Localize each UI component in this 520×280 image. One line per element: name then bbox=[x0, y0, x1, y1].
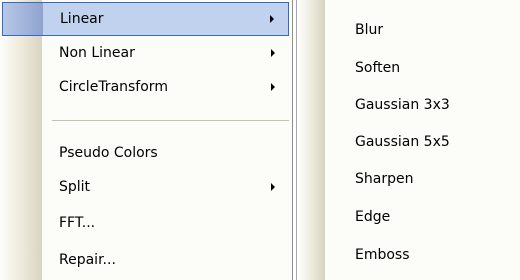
menu-item-circle-transform[interactable]: CircleTransform bbox=[2, 70, 289, 104]
menu-item-repair[interactable]: Repair... bbox=[2, 243, 289, 277]
menu-item-label: Linear bbox=[60, 11, 104, 27]
submenu-arrow-icon bbox=[271, 49, 275, 57]
main-menu: Linear Non Linear CircleTransform Pseudo… bbox=[0, 0, 293, 280]
menu-item-label: CircleTransform bbox=[59, 79, 168, 95]
submenu-item-label: Blur bbox=[355, 22, 384, 38]
submenu-item-emboss[interactable]: Emboss bbox=[297, 237, 520, 273]
submenu-item-gaussian-3x3[interactable]: Gaussian 3x3 bbox=[297, 87, 520, 123]
submenu-item-label: Sharpen bbox=[355, 171, 414, 187]
submenu-arrow-icon bbox=[271, 183, 275, 191]
submenu-arrow-icon bbox=[271, 83, 275, 91]
menu-item-label: Non Linear bbox=[59, 45, 135, 61]
menu-item-label: FFT... bbox=[59, 215, 96, 231]
submenu-item-edge[interactable]: Edge bbox=[297, 199, 520, 235]
menu-item-label: Pseudo Colors bbox=[59, 145, 158, 161]
menu-separator bbox=[52, 120, 289, 121]
submenu-item-label: Emboss bbox=[355, 247, 410, 263]
highlight-gutter bbox=[3, 3, 43, 35]
linear-submenu: Blur Soften Gaussian 3x3 Gaussian 5x5 Sh… bbox=[296, 0, 520, 280]
submenu-item-label: Soften bbox=[355, 60, 401, 76]
menu-item-non-linear[interactable]: Non Linear bbox=[2, 36, 289, 70]
submenu-item-label: Gaussian 5x5 bbox=[355, 134, 450, 150]
menu-item-linear[interactable]: Linear bbox=[2, 2, 289, 36]
menu-item-pseudo-colors[interactable]: Pseudo Colors bbox=[2, 136, 289, 170]
menu-item-label: Repair... bbox=[59, 252, 116, 268]
menu-item-split[interactable]: Split bbox=[2, 170, 289, 204]
menu-item-label: Split bbox=[59, 179, 91, 195]
submenu-item-blur[interactable]: Blur bbox=[297, 12, 520, 48]
submenu-arrow-icon bbox=[270, 15, 274, 23]
submenu-item-soften[interactable]: Soften bbox=[297, 50, 520, 86]
submenu-item-sharpen[interactable]: Sharpen bbox=[297, 161, 520, 197]
submenu-item-label: Gaussian 3x3 bbox=[355, 97, 450, 113]
menu-item-fft[interactable]: FFT... bbox=[2, 206, 289, 240]
submenu-item-gaussian-5x5[interactable]: Gaussian 5x5 bbox=[297, 124, 520, 160]
context-menu-stage: Linear Non Linear CircleTransform Pseudo… bbox=[0, 0, 520, 280]
submenu-item-label: Edge bbox=[355, 209, 391, 225]
